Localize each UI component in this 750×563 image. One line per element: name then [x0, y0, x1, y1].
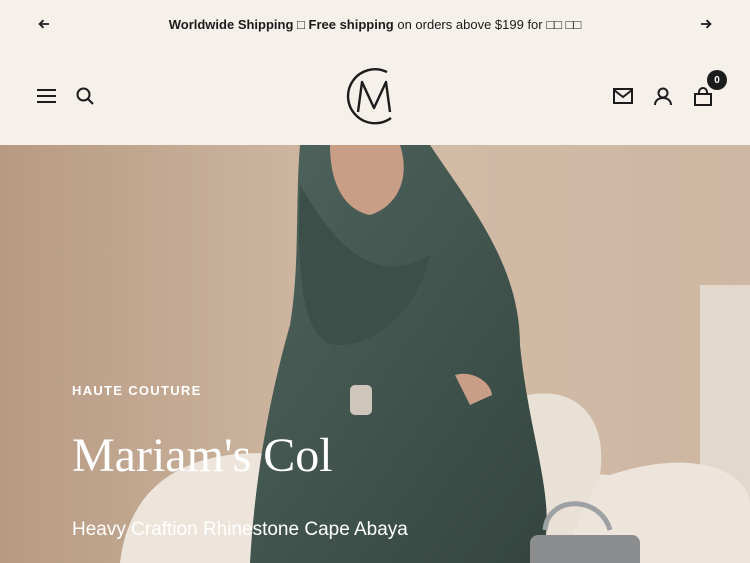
announcement-bold-1: Worldwide Shipping — [168, 16, 294, 32]
announcement-sep: □ — [293, 16, 309, 32]
envelope-icon — [613, 88, 633, 104]
store-logo[interactable] — [345, 66, 403, 126]
menu-button[interactable] — [36, 86, 56, 106]
next-announcement-button[interactable] — [696, 14, 716, 34]
search-button[interactable] — [75, 86, 95, 106]
hero-eyebrow: HAUTE COUTURE — [72, 383, 202, 398]
m-monogram-logo — [346, 68, 392, 125]
announcement-tail: □□ □□ — [546, 16, 582, 32]
search-icon — [76, 87, 94, 105]
announcement-rest: on orders above $199 for — [393, 16, 547, 32]
announcement-bold-2: Free shipping — [308, 16, 394, 32]
account-button[interactable] — [653, 86, 673, 106]
newsletter-button[interactable] — [612, 86, 634, 106]
hamburger-menu-icon — [36, 89, 56, 103]
announcement-text: Worldwide Shipping □ Free shipping on or… — [169, 17, 582, 32]
cart-button[interactable]: 0 — [693, 70, 727, 106]
hero-title: Mariam's Col — [72, 429, 333, 482]
hero-image — [0, 145, 750, 563]
arrow-left-icon — [38, 19, 49, 29]
previous-announcement-button[interactable] — [34, 14, 54, 34]
arrow-right-icon — [701, 19, 712, 29]
shopping-bag-icon — [694, 86, 712, 106]
hero-banner[interactable]: HAUTE COUTURE Mariam's Col Heavy Craftio… — [0, 145, 750, 563]
announcement-bar: Worldwide Shipping □ Free shipping on or… — [0, 0, 750, 48]
site-header: 0 — [0, 48, 750, 145]
hero-subtitle: Heavy Craftion Rhinestone Cape Abaya — [72, 519, 408, 540]
cart-count-badge: 0 — [707, 70, 727, 90]
user-icon — [654, 87, 672, 105]
